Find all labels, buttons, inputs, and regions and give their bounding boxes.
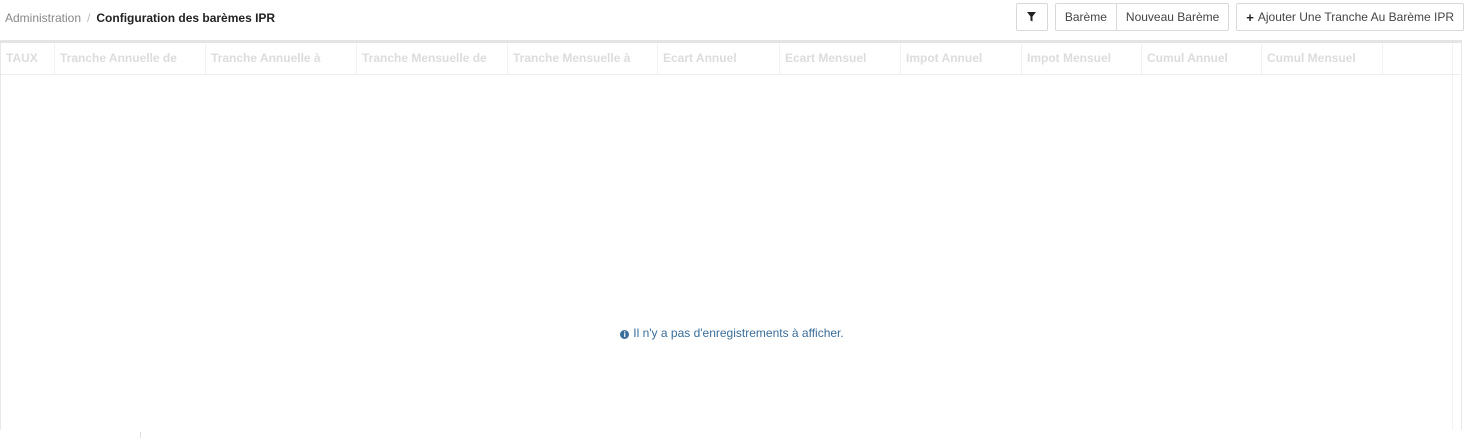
breadcrumb-administration-link[interactable]: Administration xyxy=(5,11,81,25)
add-tranche-label: Ajouter Une Tranche Au Barème IPR xyxy=(1257,10,1454,24)
empty-state-text: Il n'y a pas d'enregistrements à affiche… xyxy=(633,326,844,340)
add-tranche-button[interactable]: + Ajouter Une Tranche Au Barème IPR xyxy=(1236,3,1464,31)
column-header-tranche-annuelle-a[interactable]: Tranche Annuelle à xyxy=(206,43,357,74)
column-header-tranche-mensuelle-a[interactable]: Tranche Mensuelle à xyxy=(508,43,658,74)
grid-header-row: TAUX Tranche Annuelle de Tranche Annuell… xyxy=(1,43,1461,75)
plus-icon: + xyxy=(1246,9,1254,25)
column-header-cumul-annuel[interactable]: Cumul Annuel xyxy=(1142,43,1262,74)
column-header-cumul-mensuel[interactable]: Cumul Mensuel xyxy=(1262,43,1383,74)
filter-icon xyxy=(1027,12,1037,22)
column-header-impot-annuel[interactable]: Impot Annuel xyxy=(901,43,1022,74)
divider xyxy=(140,432,141,438)
data-grid: TAUX Tranche Annuelle de Tranche Annuell… xyxy=(0,40,1462,430)
page-title: Configuration des barèmes IPR xyxy=(96,11,276,25)
filter-button[interactable] xyxy=(1015,3,1048,31)
column-header-tranche-annuelle-de[interactable]: Tranche Annuelle de xyxy=(55,43,206,74)
breadcrumb: Administration / Configuration des barèmes… xyxy=(5,11,275,25)
column-header-tranche-mensuelle-de[interactable]: Tranche Mensuelle de xyxy=(357,43,508,74)
toolbar: Barème Nouveau Barème + Ajouter Une Tran… xyxy=(1015,3,1464,31)
breadcrumb-separator: / xyxy=(87,11,91,25)
column-header-impot-mensuel[interactable]: Impot Mensuel xyxy=(1022,43,1142,74)
nouveau-bareme-button[interactable]: Nouveau Barème xyxy=(1116,3,1230,31)
column-header-taux[interactable]: TAUX xyxy=(1,43,55,74)
column-header-ecart-mensuel[interactable]: Ecart Mensuel xyxy=(780,43,901,74)
empty-state-message: i Il n'y a pas d'enregistrements à affich… xyxy=(1,326,1463,340)
bareme-button[interactable]: Barème xyxy=(1054,3,1117,31)
page: Administration / Configuration des barèmes… xyxy=(0,0,1469,444)
info-icon: i xyxy=(620,330,630,339)
top-bar: Administration / Configuration des barèmes… xyxy=(0,0,1469,38)
column-header-ecart-annuel[interactable]: Ecart Annuel xyxy=(658,43,780,74)
vertical-scrollbar[interactable] xyxy=(1452,75,1461,430)
bareme-button-group: Barème Nouveau Barème xyxy=(1054,3,1230,31)
column-header-spacer xyxy=(1383,43,1453,74)
